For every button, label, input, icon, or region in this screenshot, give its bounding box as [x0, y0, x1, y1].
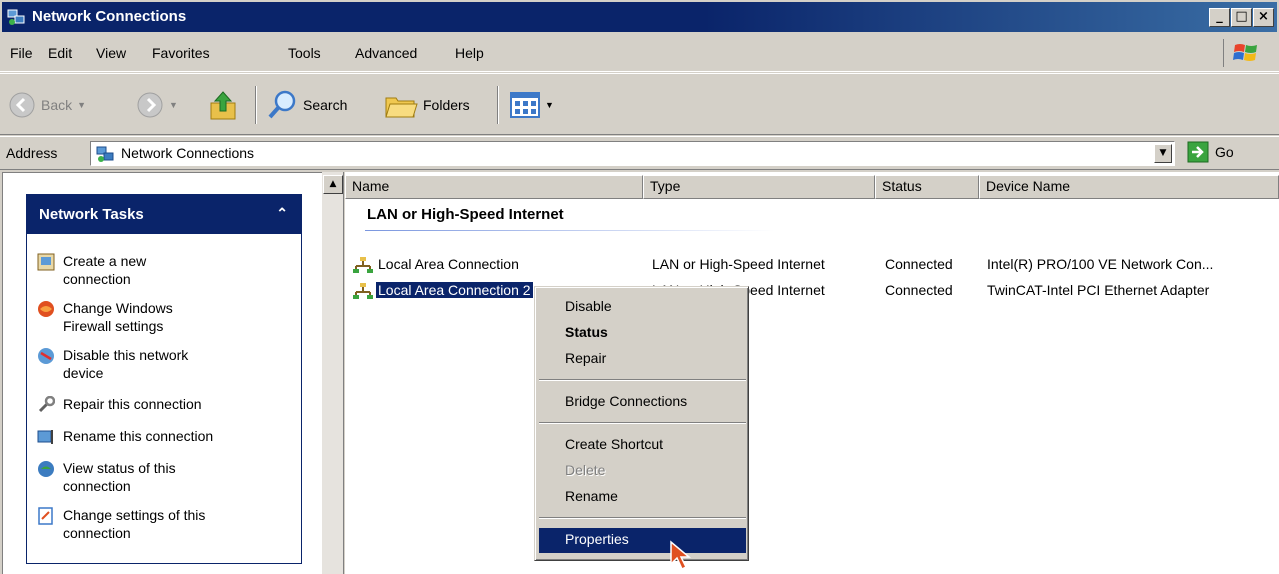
folders-label: Folders [423, 97, 470, 113]
column-header-type[interactable]: Type [643, 175, 875, 199]
menu-item-properties[interactable]: Properties [539, 528, 746, 553]
menu-item-status[interactable]: Status [539, 321, 746, 346]
disable-device-icon [38, 348, 54, 364]
address-input[interactable]: Network Connections ▼ [90, 141, 1175, 166]
go-label: Go [1215, 144, 1234, 160]
toolbar-separator [497, 86, 499, 124]
menu-item-delete: Delete [565, 462, 606, 478]
column-header-status[interactable]: Status [875, 175, 979, 199]
search-icon [268, 90, 296, 119]
column-header-name[interactable]: Name [345, 175, 643, 199]
close-button[interactable]: × [1253, 8, 1274, 27]
window-title: Network Connections [32, 8, 187, 25]
group-header: LAN or High-Speed Internet [367, 206, 564, 223]
menu-separator [539, 517, 746, 519]
connection-1-device: Intel(R) PRO/100 VE Network Con... [987, 256, 1214, 272]
back-label: Back [41, 97, 73, 113]
menu-item-disable[interactable]: Disable [539, 295, 746, 320]
network-tasks-title: Network Tasks [39, 206, 144, 223]
maximize-button[interactable]: □ [1231, 8, 1252, 27]
menu-tools[interactable]: Tools [288, 45, 321, 61]
collapse-chevron-icon[interactable]: ⌃ [276, 205, 288, 222]
network-tasks-header[interactable]: Network Tasks ⌃ [27, 195, 301, 234]
task-repair-connection[interactable]: Repair this connection [37, 395, 202, 414]
address-dropdown-button[interactable]: ▼ [1154, 144, 1172, 163]
task-rename-connection[interactable]: Rename this connection [37, 427, 213, 446]
menu-separator [539, 422, 746, 424]
connection-1-type: LAN or High-Speed Internet [652, 256, 825, 272]
search-label: Search [303, 97, 348, 113]
connection-2-device: TwinCAT-Intel PCI Ethernet Adapter [987, 282, 1210, 298]
back-button[interactable]: Back ▼ [8, 88, 86, 122]
menu-advanced[interactable]: Advanced [355, 45, 417, 61]
forward-button[interactable]: ▼ [136, 88, 178, 122]
task-disable-device[interactable]: Disable this network device [37, 346, 198, 382]
folder-up-icon [210, 91, 236, 120]
views-button[interactable]: ▼ [510, 88, 554, 122]
connection-2-name[interactable]: Local Area Connection 2 [376, 282, 533, 298]
up-button[interactable] [208, 88, 238, 122]
menu-favorites[interactable]: Favorites [152, 45, 210, 61]
menu-separator [539, 379, 746, 381]
mouse-cursor-icon [670, 540, 691, 571]
task-view-status[interactable]: View status of this connection [37, 459, 193, 495]
chevron-down-icon: ▼ [545, 100, 554, 110]
folders-button[interactable]: Folders [384, 88, 470, 122]
views-icon [510, 92, 540, 118]
context-menu: Disable Status Repair Bridge Connections… [534, 286, 749, 561]
rename-icon [37, 430, 53, 444]
group-divider [365, 230, 775, 231]
new-connection-icon [37, 253, 55, 271]
windows-logo-icon [1223, 39, 1267, 67]
task-pane-scrollbar[interactable]: ▲ [322, 172, 344, 574]
toolbar-separator [255, 86, 257, 124]
menu-edit[interactable]: Edit [48, 45, 72, 61]
menu-item-rename[interactable]: Rename [539, 485, 746, 510]
go-arrow-icon [1187, 141, 1209, 163]
repair-icon [38, 396, 55, 413]
change-settings-icon [38, 507, 53, 525]
network-tasks-box: Network Tasks ⌃ Create a new connection … [26, 194, 302, 564]
scroll-up-button[interactable]: ▲ [323, 175, 343, 194]
task-pane: Network Tasks ⌃ Create a new connection … [2, 172, 322, 574]
menu-help[interactable]: Help [455, 45, 484, 61]
connections-list: Name Type Status Device Name LAN or High… [345, 172, 1279, 574]
lan-connection-icon [353, 257, 373, 273]
address-bar: Address Network Connections ▼ Go [0, 136, 1279, 170]
menu-file[interactable]: File [10, 45, 33, 61]
network-connections-icon [96, 146, 114, 162]
menu-item-create-shortcut[interactable]: Create Shortcut [539, 433, 746, 458]
address-value: Network Connections [121, 145, 255, 161]
toolbar: Back ▼ ▼ Search Folders ▼ [0, 73, 1279, 135]
firewall-icon [38, 301, 54, 317]
menu-item-repair[interactable]: Repair [539, 347, 746, 372]
chevron-down-icon: ▼ [77, 100, 87, 110]
menu-view[interactable]: View [96, 45, 126, 61]
forward-arrow-icon [137, 92, 163, 118]
menu-item-bridge-connections[interactable]: Bridge Connections [539, 390, 746, 415]
task-change-settings[interactable]: Change settings of this connection [37, 506, 213, 542]
back-arrow-icon [9, 92, 35, 118]
folders-icon [385, 97, 418, 118]
view-status-icon [38, 461, 54, 477]
connection-1-name[interactable]: Local Area Connection [378, 256, 519, 272]
task-create-connection[interactable]: Create a new connection [37, 252, 183, 288]
chevron-down-icon: ▼ [169, 100, 178, 110]
column-header-device-name[interactable]: Device Name [979, 175, 1279, 199]
address-label: Address [6, 145, 58, 161]
network-connections-icon [7, 9, 25, 25]
task-firewall-settings[interactable]: Change Windows Firewall settings [37, 299, 198, 335]
title-bar: Network Connections _ □ × [0, 0, 1279, 34]
search-button[interactable]: Search [266, 88, 347, 122]
menu-bar: File Edit View Favorites Tools Advanced … [0, 34, 1279, 72]
lan-connection-icon [353, 283, 373, 299]
connection-2-status: Connected [885, 282, 953, 298]
go-button[interactable]: Go [1187, 141, 1234, 163]
minimize-button[interactable]: _ [1209, 8, 1230, 27]
connection-1-status: Connected [885, 256, 953, 272]
